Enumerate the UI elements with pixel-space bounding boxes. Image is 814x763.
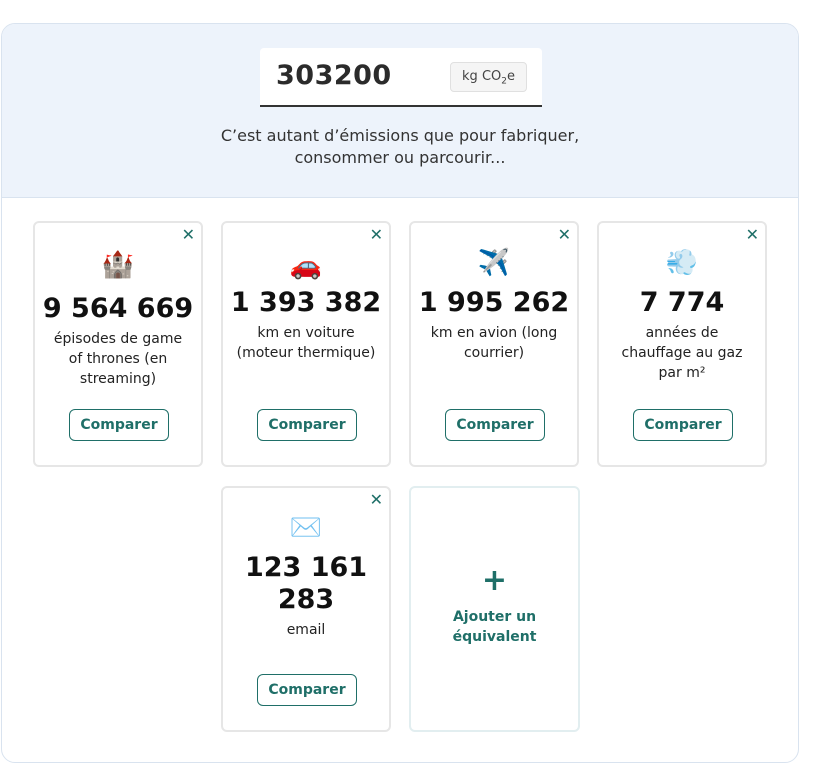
car-icon: 🚗 [289,251,323,281]
add-equivalent-label: Ajouter un équivalent [452,609,537,645]
equivalent-number: 1 393 382 [230,287,382,318]
close-icon[interactable]: ✕ [182,227,195,243]
equivalent-label: email [286,622,326,638]
equivalent-number: 123 161 283 [244,552,368,615]
equivalent-card-chauffage: ✕ 💨 7 774 années de chauffage au gaz par… [597,221,767,467]
close-icon[interactable]: ✕ [558,227,571,243]
emission-input-section: 303200 kg CO2e C’est autant d’émissions … [2,24,798,198]
equivalent-label: km en voiture (moteur thermique) [236,325,376,361]
intro-text: C’est autant d’émissions que pour fabriq… [220,126,580,167]
envelope-icon: ✉️ [289,513,323,543]
equivalent-label: années de chauffage au gaz par m² [621,325,743,381]
close-icon[interactable]: ✕ [370,492,383,508]
emission-value[interactable]: 303200 [276,60,392,91]
compare-button[interactable]: Comparer [633,409,733,441]
plus-icon: + [481,563,508,598]
equivalent-label: épisodes de game of thrones (en streamin… [53,331,183,387]
close-icon[interactable]: ✕ [370,227,383,243]
emission-input[interactable]: 303200 kg CO2e [260,48,542,107]
equivalent-label: km en avion (long courrier) [430,325,558,361]
close-icon[interactable]: ✕ [746,227,759,243]
compare-button[interactable]: Comparer [445,409,545,441]
add-equivalent-button[interactable]: + Ajouter un équivalent [409,486,580,732]
unit-badge: kg CO2e [450,62,527,92]
compare-button[interactable]: Comparer [257,409,357,441]
equivalent-card-avion: ✕ ✈️ 1 995 262 km en avion (long courrie… [409,221,579,467]
airplane-icon: ✈️ [477,248,511,278]
equivalent-card-game-of-thrones: ✕ 🏰 9 564 669 épisodes de game of throne… [33,221,203,467]
equivalent-number: 7 774 [639,287,725,318]
equivalent-card-email: ✕ ✉️ 123 161 283 email Comparer [221,486,391,732]
castle-icon: 🏰 [101,250,135,280]
equivalent-number: 1 995 262 [418,287,570,318]
wind-icon: 💨 [665,248,699,278]
equivalent-card-voiture: ✕ 🚗 1 393 382 km en voiture (moteur ther… [221,221,391,467]
compare-button[interactable]: Comparer [69,409,169,441]
equivalent-number: 9 564 669 [42,293,194,324]
compare-button[interactable]: Comparer [257,674,357,706]
